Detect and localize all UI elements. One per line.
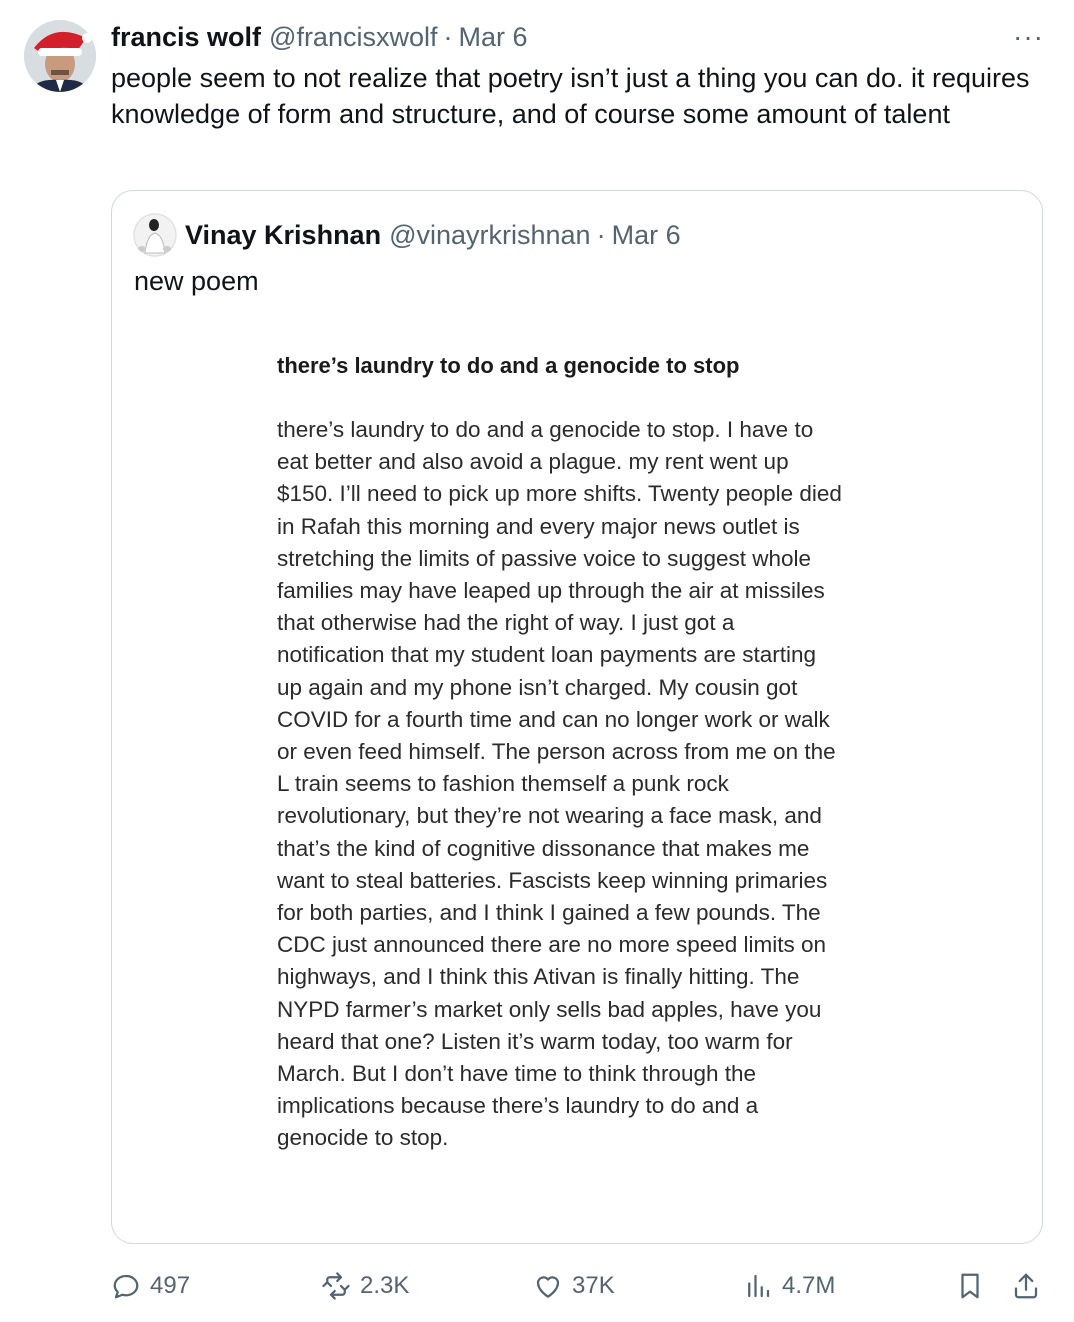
like-count: 37K <box>572 1272 615 1299</box>
quoted-tweet-card[interactable]: Vinay Krishnan @vinayrkrishnan · Mar 6 n… <box>111 190 1043 1244</box>
poem-line: notification that my student loan paymen… <box>277 642 817 668</box>
tweet-text: people seem to not realize that poetry i… <box>111 63 1030 129</box>
quoted-meta-separator: · <box>596 219 606 250</box>
quoted-avatar[interactable] <box>133 213 177 257</box>
repost-count: 2.3K <box>360 1272 410 1299</box>
poem-line: genocide to stop. <box>277 1125 449 1151</box>
poem-line: that’s the kind of cognitive dissonance … <box>277 835 810 861</box>
action-bar: 497 2.3K 37K 4.7M <box>111 1266 1043 1306</box>
poem-line: NYPD farmer’s market only sells bad appl… <box>277 996 822 1022</box>
bookmark-button[interactable] <box>955 1266 994 1306</box>
poem-line: highways, and I think this Ativan is fin… <box>277 964 800 990</box>
tweet-date[interactable]: Mar 6 <box>458 22 527 53</box>
repost-icon <box>322 1272 350 1300</box>
poem-line: there’s laundry to do and a genocide to … <box>277 417 814 442</box>
poem-line: March. But I don’t have time to think th… <box>277 1061 757 1087</box>
avatar-image <box>24 20 96 92</box>
like-button[interactable]: 37K <box>533 1266 615 1306</box>
poem-line: stretching the limits of passive voice t… <box>277 545 812 571</box>
more-options-icon[interactable]: ··· <box>1013 22 1044 52</box>
author-handle[interactable]: @francisxwolf <box>269 22 437 53</box>
poem-line: in Rafah this morning and every major ne… <box>277 513 800 539</box>
poem-line: want to steal batteries. Fascists keep w… <box>277 867 828 893</box>
poem-line: CDC just announced there are no more spe… <box>277 932 827 958</box>
reply-icon <box>113 1274 139 1299</box>
repost-button[interactable]: 2.3K <box>321 1266 409 1306</box>
poem-line: L train seems to fashion themself a punk… <box>277 771 729 797</box>
views-chart-icon <box>748 1274 770 1298</box>
quoted-tweet-date[interactable]: Mar 6 <box>612 220 681 251</box>
view-count: 4.7M <box>782 1272 836 1299</box>
poem-line: up again and my phone isn’t charged. My … <box>277 674 798 700</box>
avatar[interactable] <box>24 20 96 92</box>
poem-line: implications because there’s laundry to … <box>277 1093 759 1119</box>
poem-line: COVID for a fourth time and can no longe… <box>277 706 830 732</box>
quoted-tweet-text: new poem <box>134 266 259 296</box>
poem-line: heard that one? Listen it’s warm today, … <box>277 1028 793 1054</box>
author-name[interactable]: francis wolf <box>111 22 261 53</box>
meta-separator: · <box>443 21 453 52</box>
poem-line: revolutionary, but they’re not wearing a… <box>277 803 822 829</box>
poem-line: eat better and also avoid a plague. my r… <box>277 449 789 475</box>
poem-line: $150. I’ll need to pick up more shifts. … <box>277 481 842 507</box>
quoted-avatar-image <box>133 213 177 257</box>
bookmark-icon <box>961 1273 979 1299</box>
share-icon <box>1014 1273 1038 1299</box>
quoted-author-name[interactable]: Vinay Krishnan <box>185 220 381 251</box>
poem-body: there’s laundry to do and a genocide to … <box>277 414 917 1155</box>
quoted-author-handle[interactable]: @vinayrkrishnan <box>389 220 591 251</box>
poem-line: for both parties, and I think I gained a… <box>277 900 821 926</box>
poem-title: there’s laundry to do and a genocide to … <box>277 353 740 378</box>
tweet-header: francis wolf @francisxwolf · Mar 6 <box>111 20 1044 54</box>
reply-button[interactable]: 497 <box>111 1266 190 1306</box>
poem-line: that otherwise had the right of way. I j… <box>277 610 735 636</box>
heart-icon <box>536 1276 560 1298</box>
poem-line: or even feed himself. The person across … <box>277 739 836 765</box>
share-button[interactable] <box>1011 1266 1050 1306</box>
poem-line: families may have leaped up through the … <box>277 578 825 604</box>
views-button[interactable]: 4.7M <box>743 1266 835 1306</box>
quoted-header: Vinay Krishnan @vinayrkrishnan · Mar 6 <box>185 217 681 253</box>
reply-count: 497 <box>150 1272 191 1299</box>
poem-image[interactable]: there’s laundry to do and a genocide to … <box>277 351 917 1155</box>
